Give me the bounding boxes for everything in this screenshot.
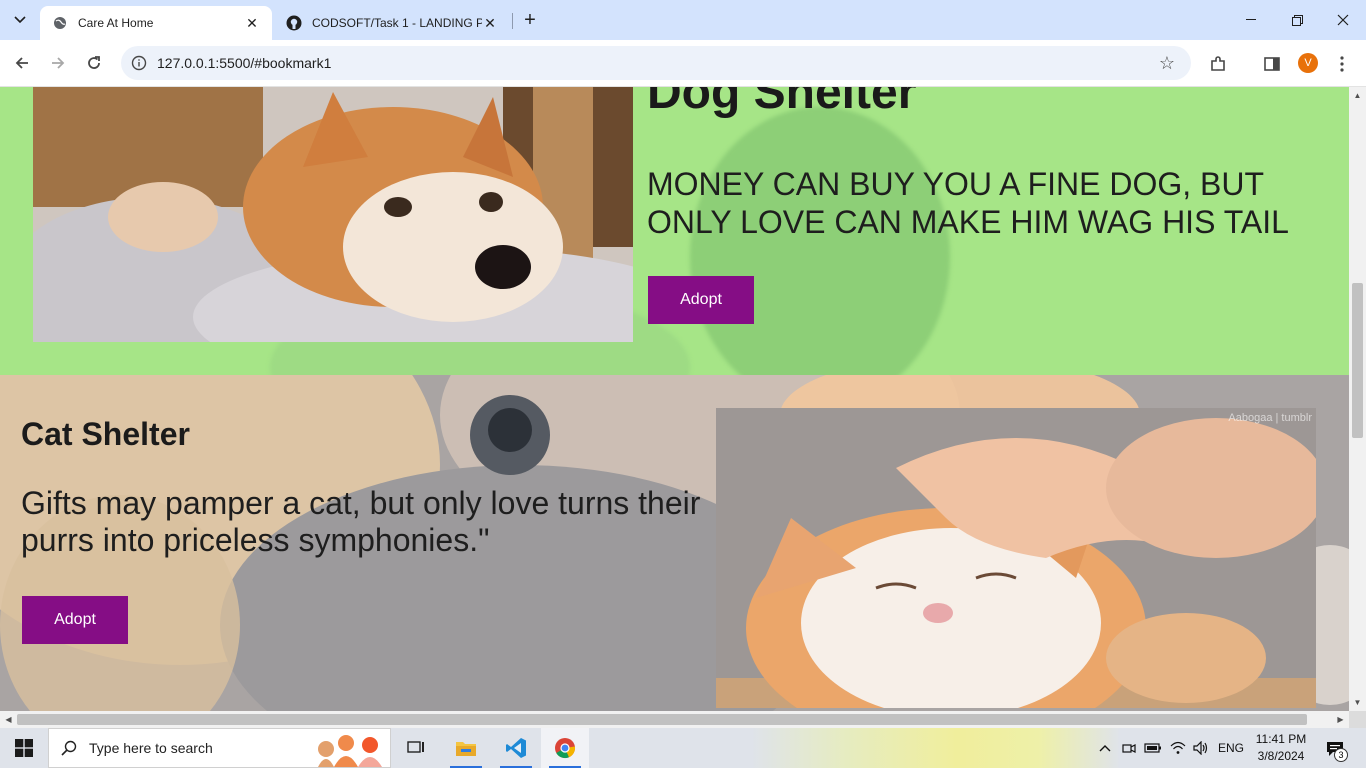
restore-icon[interactable] <box>1274 0 1320 40</box>
volume-icon[interactable] <box>1191 728 1211 768</box>
clock-time: 11:41 PM <box>1255 732 1307 746</box>
vertical-scrollbar[interactable]: ▲ ▼ <box>1349 87 1366 711</box>
cat-shelter-title: Cat Shelter <box>21 416 190 452</box>
url-text[interactable]: 127.0.0.1:5500/#bookmark1 <box>157 55 1157 71</box>
scroll-left-icon[interactable]: ◀ <box>0 711 17 728</box>
tab-title: CODSOFT/Task 1 - LANDING PA <box>312 16 482 30</box>
search-highlight-icon <box>312 731 388 767</box>
address-bar[interactable]: 127.0.0.1:5500/#bookmark1 ☆ <box>121 46 1191 80</box>
close-tab-icon[interactable]: ✕ <box>244 15 260 31</box>
scrollbar-corner <box>1349 711 1366 728</box>
image-watermark: Aabogaa | tumblr <box>1228 412 1312 424</box>
tab-separator <box>512 13 513 29</box>
dog-photo <box>33 87 633 342</box>
vertical-scroll-thumb[interactable] <box>1352 283 1363 438</box>
notifications-icon[interactable]: 3 <box>1320 736 1350 762</box>
language-indicator[interactable]: ENG <box>1215 728 1247 768</box>
vscode-icon[interactable] <box>492 728 540 768</box>
menu-kebab-icon[interactable] <box>1330 52 1354 76</box>
new-tab-icon[interactable]: + <box>518 8 542 32</box>
globe-icon <box>52 15 68 31</box>
dog-shelter-title: Dog Shelter <box>647 87 917 119</box>
tab-codsoft[interactable]: CODSOFT/Task 1 - LANDING PA ✕ <box>274 6 510 40</box>
battery-icon[interactable] <box>1143 728 1163 768</box>
cat-adopt-button[interactable]: Adopt <box>22 596 128 644</box>
scroll-right-icon[interactable]: ▶ <box>1332 711 1349 728</box>
clock-date: 3/8/2024 <box>1257 749 1305 763</box>
cat-photo: Aabogaa | tumblr <box>716 408 1316 708</box>
profile-avatar[interactable]: V <box>1298 53 1318 73</box>
windows-taskbar: Type here to search ENG 11:41 PM 3/8/202… <box>0 728 1366 768</box>
side-panel-icon[interactable] <box>1260 52 1284 76</box>
clock[interactable]: 11:41 PM 3/8/2024 <box>1250 731 1312 765</box>
minimize-icon[interactable] <box>1228 0 1274 40</box>
background-blur <box>690 107 950 375</box>
close-tab-icon[interactable]: ✕ <box>482 15 498 31</box>
cat-shelter-section: Cat Shelter Gifts may pamper a cat, but … <box>0 375 1349 711</box>
scroll-down-icon[interactable]: ▼ <box>1349 694 1366 711</box>
horizontal-scroll-thumb[interactable] <box>17 714 1307 725</box>
tab-title: Care At Home <box>78 16 154 30</box>
dog-quote: MONEY CAN BUY YOU A FINE DOG, BUT ONLY L… <box>647 166 1289 240</box>
windows-start-icon[interactable] <box>0 728 48 768</box>
forward-icon[interactable] <box>45 50 71 76</box>
task-view-icon[interactable] <box>392 728 440 768</box>
meet-now-icon[interactable] <box>1120 728 1138 768</box>
tray-chevron-icon[interactable] <box>1096 728 1114 768</box>
taskbar-search[interactable]: Type here to search <box>48 728 391 768</box>
page-viewport: Dog Shelter MONEY CAN BUY YOU A FINE DOG… <box>0 87 1349 711</box>
cat-quote: Gifts may pamper a cat, but only love tu… <box>21 485 701 558</box>
close-window-icon[interactable] <box>1320 0 1366 40</box>
search-icon <box>49 740 89 756</box>
file-explorer-icon[interactable] <box>442 728 490 768</box>
dog-shelter-section: Dog Shelter MONEY CAN BUY YOU A FINE DOG… <box>0 87 1349 375</box>
wifi-icon[interactable] <box>1168 728 1188 768</box>
dog-adopt-button[interactable]: Adopt <box>648 276 754 324</box>
github-icon <box>286 15 302 31</box>
chrome-icon[interactable] <box>541 728 589 768</box>
tab-strip: Care At Home ✕ CODSOFT/Task 1 - LANDING … <box>0 0 1366 40</box>
browser-toolbar: 127.0.0.1:5500/#bookmark1 ☆ <box>0 40 1366 111</box>
horizontal-scrollbar[interactable]: ◀ ▶ <box>0 711 1349 728</box>
extensions-icon[interactable] <box>1206 52 1230 76</box>
bookmark-star-icon[interactable]: ☆ <box>1157 53 1177 73</box>
search-placeholder: Type here to search <box>89 740 213 756</box>
reload-icon[interactable] <box>81 50 107 76</box>
scroll-up-icon[interactable]: ▲ <box>1349 87 1366 104</box>
back-icon[interactable] <box>9 50 35 76</box>
notification-count-badge: 3 <box>1334 748 1348 762</box>
tab-care-at-home[interactable]: Care At Home ✕ <box>40 6 272 40</box>
tab-search-icon[interactable] <box>8 8 32 32</box>
site-info-icon[interactable] <box>129 53 149 73</box>
